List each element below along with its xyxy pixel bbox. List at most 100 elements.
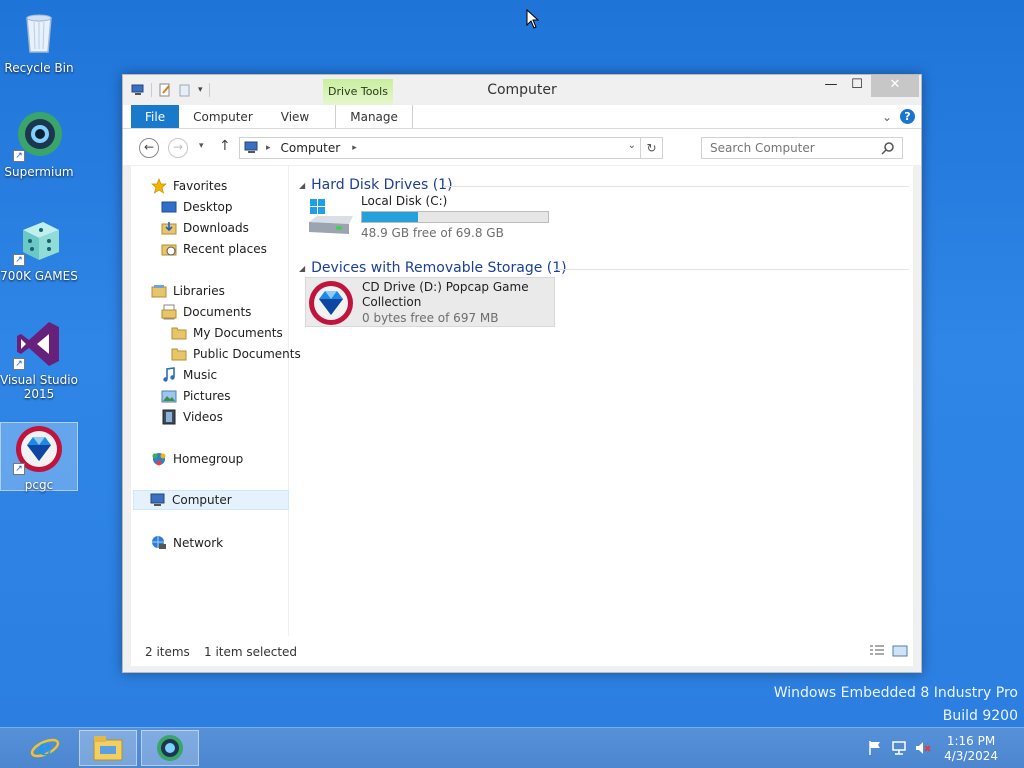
computer-small-icon <box>244 141 258 153</box>
forward-button[interactable]: → <box>168 138 188 158</box>
nav-videos[interactable]: Videos <box>161 407 223 427</box>
desktop-icon-700k-games[interactable]: ↗ 700K GAMES <box>0 214 78 283</box>
downloads-folder-icon <box>161 222 177 235</box>
folder-icon <box>171 348 187 361</box>
drive-usage-bar <box>361 211 549 223</box>
recent-places-icon <box>161 244 177 256</box>
desktop-icon-recycle-bin[interactable]: Recycle Bin <box>0 6 78 75</box>
tab-computer[interactable]: Computer <box>179 105 267 128</box>
music-note-icon <box>163 367 175 382</box>
nav-homegroup[interactable]: Homegroup <box>151 449 243 469</box>
close-button[interactable]: ✕ <box>871 75 919 97</box>
nav-recent-places[interactable]: Recent places <box>161 239 267 259</box>
recycle-bin-icon <box>13 6 65 58</box>
item-count: 2 items <box>145 645 190 659</box>
taskbar-internet-explorer[interactable]: e <box>16 730 74 766</box>
help-icon[interactable]: ? <box>900 109 915 124</box>
search-input[interactable] <box>701 137 903 159</box>
title-bar[interactable]: ▾ Drive Tools Computer — ☐ ✕ <box>123 75 921 105</box>
group-divider <box>555 269 909 270</box>
navigation-pane: Favorites Desktop Downloads Recent place… <box>131 166 301 636</box>
nav-favorites[interactable]: Favorites <box>151 176 227 196</box>
tab-manage[interactable]: Manage <box>335 105 413 128</box>
nav-pictures[interactable]: Pictures <box>161 386 231 406</box>
supermium-icon: ↗ <box>13 110 65 162</box>
nav-music[interactable]: Music <box>161 365 217 385</box>
nav-libraries[interactable]: Libraries <box>151 281 225 301</box>
drive-name-line2: Collection <box>362 295 422 309</box>
group-removable-storage[interactable]: ◢ Devices with Removable Storage (1) <box>299 260 567 276</box>
back-button[interactable]: ← <box>139 138 159 158</box>
drive-free-space: 48.9 GB free of 69.8 GB <box>361 226 504 240</box>
action-center-flag-icon[interactable] <box>867 740 883 756</box>
network-tray-icon[interactable] <box>891 740 907 756</box>
drive-free-space: 0 bytes free of 697 MB <box>362 311 499 325</box>
desktop-icon-label: pcgc <box>24 478 54 492</box>
hard-drive-icon <box>309 199 353 234</box>
breadcrumb-computer[interactable]: Computer <box>281 141 341 155</box>
taskbar-clock[interactable]: 1:16 PM 4/3/2024 <box>944 734 998 764</box>
expand-ribbon-icon[interactable]: ⌄ <box>882 110 892 124</box>
explorer-window: ▾ Drive Tools Computer — ☐ ✕ File Comput… <box>122 74 922 673</box>
nav-my-documents[interactable]: My Documents <box>171 323 283 343</box>
taskbar-file-explorer[interactable] <box>79 730 137 766</box>
windows-edition-watermark: Windows Embedded 8 Industry Pro <box>773 685 1018 701</box>
tab-file[interactable]: File <box>131 105 180 128</box>
collapse-triangle-icon[interactable]: ◢ <box>299 181 305 190</box>
documents-icon <box>161 304 177 320</box>
desktop-icon-pcgc[interactable]: ↗ pcgc <box>0 422 78 492</box>
nav-desktop[interactable]: Desktop <box>161 197 233 217</box>
desktop-icon-label: Recycle Bin <box>4 61 74 75</box>
taskbar: e 1:16 PM 4/3/2024 <box>0 727 1024 768</box>
libraries-icon <box>151 285 167 298</box>
taskbar-supermium[interactable] <box>141 730 199 766</box>
nav-public-documents[interactable]: Public Documents <box>171 344 301 364</box>
file-explorer-icon <box>93 736 123 761</box>
star-icon <box>151 178 167 194</box>
clock-date: 4/3/2024 <box>944 749 998 763</box>
computer-icon <box>150 493 165 506</box>
gem-disc-icon <box>309 281 353 325</box>
address-dropdown-icon[interactable]: ⌄ <box>628 140 636 151</box>
mouse-cursor-icon <box>526 9 540 29</box>
content-area: Favorites Desktop Downloads Recent place… <box>131 166 913 636</box>
address-toolbar: ← → ▾ ↑ ▸ Computer ▸ ⌄ ↻ <box>123 129 921 165</box>
dice-icon: ↗ <box>13 214 65 266</box>
drive-cd-d[interactable]: CD Drive (D:) Popcap Game Collection 0 b… <box>305 277 555 327</box>
maximize-button[interactable]: ☐ <box>843 75 871 97</box>
nav-network[interactable]: Network <box>151 533 223 553</box>
drive-local-disk-c[interactable]: Local Disk (C:) 48.9 GB free of 69.8 GB <box>305 194 555 240</box>
collapse-triangle-icon[interactable]: ◢ <box>299 264 305 273</box>
desktop-icon-supermium[interactable]: ↗ Supermium <box>0 110 78 179</box>
window-title: Computer <box>487 82 557 98</box>
large-icons-view-icon[interactable] <box>892 644 908 658</box>
nav-documents[interactable]: Documents <box>161 302 251 322</box>
nav-computer[interactable]: Computer <box>133 490 289 510</box>
search-icon[interactable] <box>881 141 895 155</box>
group-hard-disk-drives[interactable]: ◢ Hard Disk Drives (1) <box>299 177 453 193</box>
breadcrumb-separator-icon[interactable]: ▸ <box>266 143 271 153</box>
build-watermark: Build 9200 <box>942 708 1018 724</box>
minimize-button[interactable]: — <box>817 75 845 97</box>
group-divider <box>443 186 909 187</box>
drive-name-line1: CD Drive (D:) Popcap Game <box>362 280 529 294</box>
recent-locations-icon[interactable]: ▾ <box>199 141 204 151</box>
clock-time: 1:16 PM <box>946 734 996 748</box>
supermium-icon <box>157 735 183 761</box>
address-bar[interactable]: ▸ Computer ▸ ⌄ ↻ <box>239 137 663 159</box>
shortcut-arrow-icon: ↗ <box>13 463 25 475</box>
shortcut-arrow-icon: ↗ <box>13 150 25 162</box>
details-view-icon[interactable] <box>869 644 885 658</box>
desktop-icon-label: Supermium <box>4 165 74 179</box>
volume-muted-icon[interactable] <box>915 740 931 756</box>
tab-view[interactable]: View <box>267 105 323 128</box>
network-icon <box>152 536 166 549</box>
nav-downloads[interactable]: Downloads <box>161 218 249 238</box>
refresh-icon[interactable]: ↻ <box>640 138 662 158</box>
shortcut-arrow-icon: ↗ <box>13 358 25 370</box>
breadcrumb-separator-icon[interactable]: ▸ <box>352 143 357 153</box>
up-button[interactable]: ↑ <box>219 138 231 154</box>
desktop-icon-visual-studio[interactable]: ↗ Visual Studio 2015 <box>0 318 78 401</box>
ribbon-right-controls: ⌄ ? <box>882 109 915 124</box>
folder-icon <box>171 327 187 340</box>
